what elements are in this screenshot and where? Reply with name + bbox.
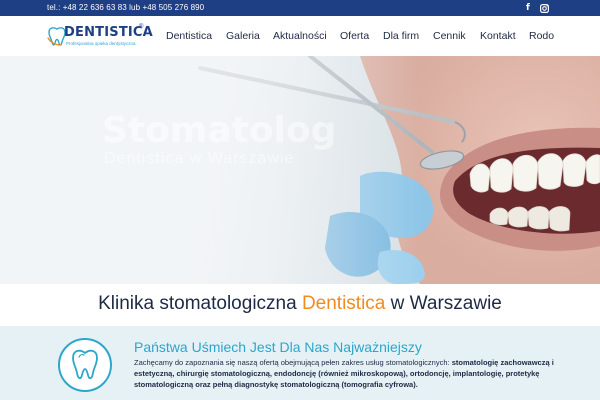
facebook-icon[interactable]: f [524, 3, 532, 13]
nav-item-kontakt[interactable]: Kontakt [480, 28, 516, 44]
hero-dental-photo [0, 56, 600, 284]
headline-suffix: w Warszawie [385, 293, 502, 314]
info-section: Państwa Uśmiech Jest Dla Nas Najważniejs… [0, 326, 600, 400]
instagram-icon[interactable] [540, 3, 549, 13]
hero-faded-subtitle: Dentistica w Warszawie [104, 150, 295, 167]
nav-item-galeria[interactable]: Galeria [226, 28, 260, 44]
nav-item-cennik[interactable]: Cennik [433, 28, 466, 44]
tooth-icon-circle [58, 338, 112, 392]
site-logo[interactable]: DENTISTICA ® Profesjonalna opieka dentys… [47, 24, 153, 50]
nav-item-rodo[interactable]: Rodo [529, 28, 554, 44]
headline-text: Klinika stomatologiczna Dentistica w War… [0, 293, 600, 315]
hero-banner: Stomatolog Dentistica w Warszawie [0, 56, 600, 284]
site-header: DENTISTICA ® Profesjonalna opieka dentys… [0, 16, 600, 56]
clinic-headline: Klinika stomatologiczna Dentistica w War… [0, 284, 600, 326]
info-body-intro: Zachęcamy do zapoznania się naszą ofertą… [134, 358, 452, 367]
tooth-icon [72, 349, 98, 380]
headline-prefix: Klinika stomatologiczna [98, 293, 302, 314]
info-body: Zachęcamy do zapoznania się naszą ofertą… [134, 357, 554, 390]
phone-numbers[interactable]: tel.: +48 22 636 63 83 lub +48 505 276 8… [47, 2, 204, 13]
nav-item-dentistica[interactable]: Dentistica [166, 28, 212, 44]
nav-item-aktualnosci[interactable]: Aktualności [273, 28, 327, 44]
nav-item-oferta[interactable]: Oferta [340, 28, 369, 44]
nav-item-dla-firm[interactable]: Dla firm [383, 28, 419, 44]
logo-registered: ® [139, 24, 144, 30]
hero-faded-title: Stomatolog [102, 110, 337, 151]
top-contact-bar: tel.: +48 22 636 63 83 lub +48 505 276 8… [0, 0, 600, 16]
headline-brand: Dentistica [301, 293, 386, 314]
info-title: Państwa Uśmiech Jest Dla Nas Najważniejs… [134, 339, 422, 355]
logo-tagline: Profesjonalna opieka dentystyczna [66, 41, 136, 46]
